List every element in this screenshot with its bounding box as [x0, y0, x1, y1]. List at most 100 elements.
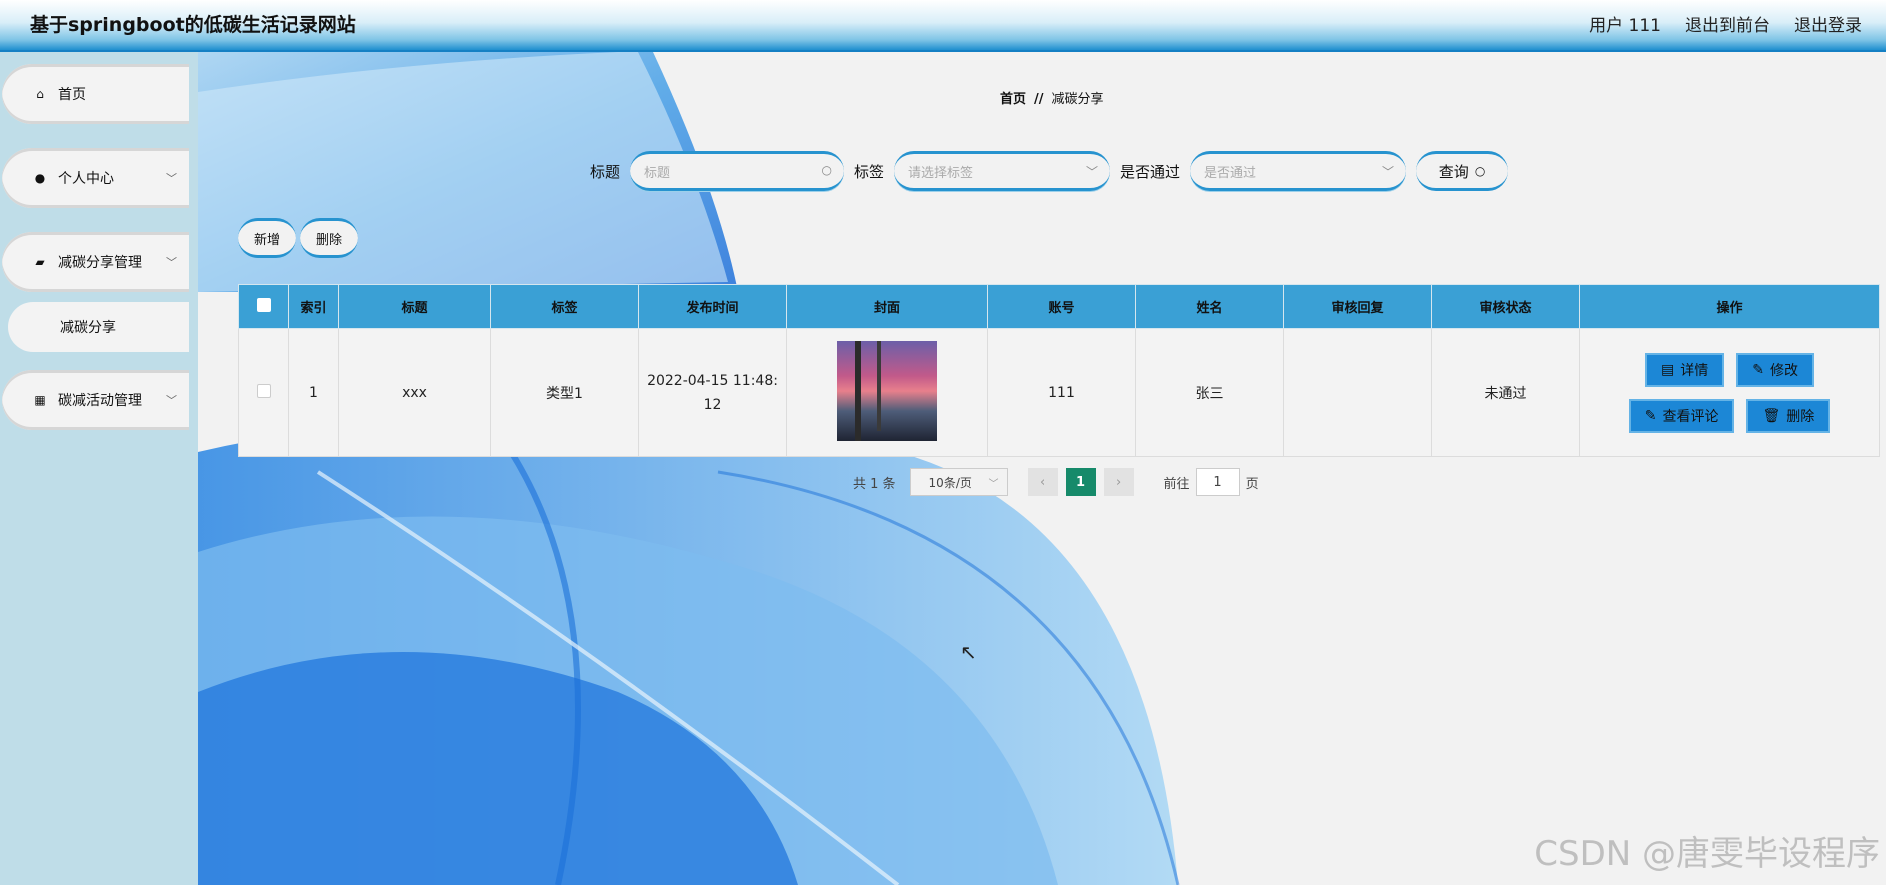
pass-filter-label: 是否通过 [1120, 162, 1181, 181]
mouse-cursor-icon: ↖ [960, 640, 977, 664]
breadcrumb-home[interactable]: 首页 [1000, 92, 1026, 107]
sidebar-item-home[interactable]: ⌂ 首页 [2, 64, 189, 124]
edit-button-label: 修改 [1769, 362, 1798, 379]
title-search-input[interactable]: 标题 ○ [630, 151, 845, 191]
header-actions: 用户 111 退出到前台 退出登录 [1589, 11, 1862, 36]
edit-button[interactable]: ✎ 修改 [1736, 352, 1814, 387]
sidebar-item-label: 首页 [58, 87, 86, 103]
add-button[interactable]: 新增 [238, 218, 297, 258]
batch-delete-button[interactable]: 删除 [300, 218, 359, 258]
column-header: 账号 [987, 284, 1136, 329]
detail-button[interactable]: ▤ 详情 [1645, 352, 1725, 387]
goto-label: 前往 [1163, 476, 1190, 492]
operations-group: ▤ 详情 ✎ 修改 ✎ 查看评论 🗑 删除 [1580, 352, 1879, 433]
detail-button-label: 详情 [1680, 362, 1709, 379]
grid-icon: ▦ [34, 393, 46, 407]
tag-select[interactable]: 请选择标签 ﹀ [894, 151, 1111, 191]
top-header: 基于springboot的低碳生活记录网站 用户 111 退出到前台 退出登录 [0, 0, 1886, 52]
logout-link[interactable]: 退出登录 [1794, 11, 1862, 36]
sidebar-item-personal-center[interactable]: ● 个人中心 ﹀ [2, 148, 189, 208]
view-comments-button-label: 查看评论 [1662, 408, 1719, 425]
column-header: 标题 [338, 284, 491, 329]
cell-reply [1283, 328, 1432, 457]
cell-account: 111 [987, 328, 1136, 457]
title-search-placeholder: 标题 [644, 165, 671, 181]
table-row: 1 xxx 类型1 2022-04-15 11:48: 12 111 张三 未通… [238, 328, 1880, 457]
sidebar-item-label: 个人中心 [58, 171, 114, 187]
breadcrumb-separator: // [1034, 92, 1044, 107]
page-size-value: 10条/页 [928, 475, 972, 490]
page-size-select[interactable]: 10条/页 ﹀ [909, 468, 1008, 496]
column-header: 索引 [288, 284, 339, 329]
query-button[interactable]: 查询 ○ [1416, 151, 1509, 191]
pass-select[interactable]: 是否通过 ﹀ [1190, 151, 1407, 191]
cell-status: 未通过 [1431, 328, 1580, 457]
column-header: 发布时间 [638, 284, 787, 329]
sidebar-item-share-management[interactable]: ▰ 减碳分享管理 ﹀ [2, 232, 189, 292]
search-icon: ○ [821, 163, 833, 177]
pass-select-placeholder: 是否通过 [1204, 165, 1257, 181]
chevron-left-icon: ‹ [1039, 474, 1046, 490]
title-filter-label: 标题 [590, 162, 621, 181]
goto-page-input[interactable]: 1 [1195, 468, 1240, 496]
edit-icon: ✎ [1752, 361, 1764, 378]
tag-filter-label: 标签 [854, 162, 885, 181]
row-delete-button[interactable]: 🗑 删除 [1746, 398, 1831, 433]
time-line-1: 2022-04-15 11:48: [647, 372, 778, 389]
site-title: 基于springboot的低碳生活记录网站 [30, 14, 356, 36]
row-delete-button-label: 删除 [1786, 408, 1815, 425]
sidebar: ⌂ 首页 ● 个人中心 ﹀ ▰ 减碳分享管理 ﹀ 减碳分享 ▦ 碳减活动管理 ﹀ [0, 52, 198, 885]
search-icon: ○ [1474, 164, 1486, 178]
cell-operations: ▤ 详情 ✎ 修改 ✎ 查看评论 🗑 删除 [1579, 328, 1880, 457]
chevron-right-icon: › [1115, 474, 1122, 490]
chevron-down-icon: ﹀ [166, 256, 177, 269]
column-header: 姓名 [1135, 284, 1284, 329]
breadcrumb: 首页 // 减碳分享 [1000, 88, 1104, 107]
cell-tag: 类型1 [490, 328, 639, 457]
row-checkbox[interactable] [256, 383, 271, 398]
table-header-row: 索引 标题 标签 发布时间 封面 账号 姓名 审核回复 审核状态 操作 [238, 284, 1880, 329]
sidebar-item-label: 减碳分享管理 [58, 255, 142, 271]
row-select-cell [238, 328, 289, 457]
cover-image[interactable] [837, 340, 937, 441]
cell-title: xxx [338, 328, 491, 457]
chevron-down-icon: ﹀ [1086, 165, 1099, 179]
query-button-label: 查询 [1438, 162, 1469, 181]
tag-select-placeholder: 请选择标签 [908, 165, 974, 181]
chevron-down-icon: ﹀ [166, 172, 177, 185]
column-header: 审核回复 [1283, 284, 1432, 329]
user-label: 用户 111 [1589, 16, 1661, 36]
prev-page-button[interactable]: ‹ [1027, 468, 1058, 496]
next-page-button[interactable]: › [1103, 468, 1134, 496]
watermark: CSDN @唐雯毕设程序 [1534, 834, 1880, 874]
current-page-button[interactable]: 1 [1065, 468, 1096, 496]
cell-time: 2022-04-15 11:48: 12 [638, 328, 787, 457]
cell-cover [786, 328, 988, 457]
cell-index: 1 [288, 328, 339, 457]
user-icon: ● [34, 171, 46, 185]
chevron-down-icon: ﹀ [166, 394, 177, 407]
total-count: 共 1 条 [853, 476, 896, 492]
edit-icon: ✎ [1644, 407, 1657, 424]
home-icon: ⌂ [36, 87, 44, 101]
cell-name: 张三 [1135, 328, 1284, 457]
trash-icon: 🗑 [1762, 407, 1781, 424]
pagination: 共 1 条 10条/页 ﹀ ‹ 1 › 前往 1 页 [853, 468, 1259, 496]
time-line-2: 12 [703, 396, 722, 413]
column-header: 标签 [490, 284, 639, 329]
sidebar-item-activity-management[interactable]: ▦ 碳减活动管理 ﹀ [2, 370, 189, 430]
document-icon: ▤ [1661, 361, 1675, 378]
sidebar-item-label: 碳减活动管理 [58, 393, 142, 409]
select-all-cell [238, 284, 289, 329]
select-all-checkbox[interactable] [256, 297, 271, 312]
breadcrumb-current: 减碳分享 [1051, 92, 1104, 107]
back-to-front-link[interactable]: 退出到前台 [1685, 11, 1770, 36]
page-suffix: 页 [1245, 476, 1259, 492]
sidebar-item-label: 减碳分享 [60, 320, 116, 336]
chevron-down-icon: ﹀ [988, 479, 999, 490]
sidebar-subitem-share[interactable]: 减碳分享 [8, 302, 189, 352]
search-bar: 标题 标题 ○ 标签 请选择标签 ﹀ 是否通过 是否通过 ﹀ 查询 ○ [590, 151, 1509, 191]
share-table: 索引 标题 标签 发布时间 封面 账号 姓名 审核回复 审核状态 操作 1 xx… [238, 284, 1880, 457]
view-comments-button[interactable]: ✎ 查看评论 [1628, 398, 1735, 433]
column-header: 操作 [1579, 284, 1880, 329]
